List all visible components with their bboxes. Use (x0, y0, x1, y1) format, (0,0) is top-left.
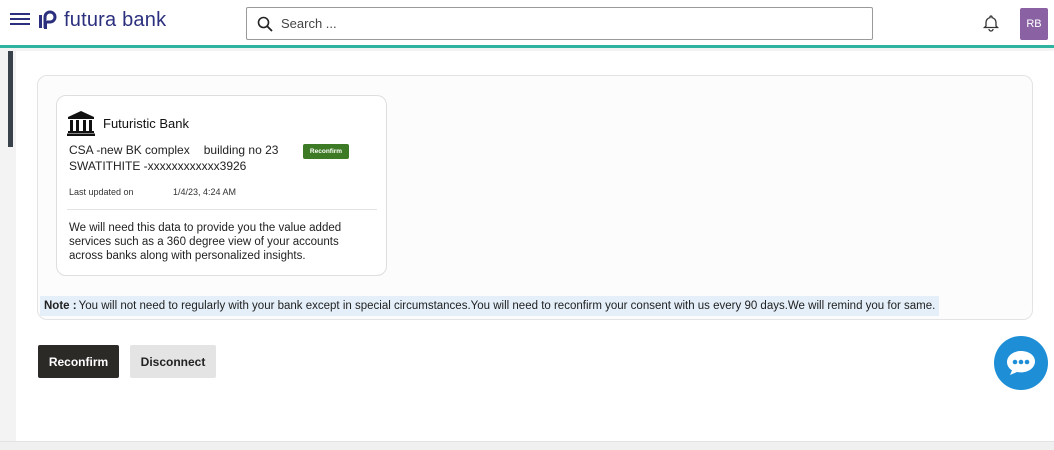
bank-building-icon (67, 111, 95, 136)
top-header: futura bank RB (0, 0, 1054, 48)
address-part-1: CSA -new BK complex (69, 143, 190, 157)
address-line: CSA -new BK complex building no 23 (69, 143, 278, 157)
footer-edge (0, 441, 1054, 450)
disconnect-button[interactable]: Disconnect (130, 345, 216, 378)
brand-name: futura bank (64, 9, 167, 31)
user-avatar[interactable]: RB (1020, 8, 1048, 40)
reconfirm-status-badge[interactable]: Reconfirm (303, 144, 349, 159)
hamburger-menu-icon[interactable] (10, 10, 30, 30)
bank-account-card: Futuristic Bank CSA -new BK complex build… (56, 95, 387, 276)
search-icon (257, 16, 273, 32)
search-input[interactable] (281, 16, 841, 31)
note-text: You will not need to regularly with your… (78, 300, 936, 312)
last-updated-value: 1/4/23, 4:24 AM (173, 187, 237, 197)
main-content: Futuristic Bank CSA -new BK complex build… (16, 51, 1054, 441)
chat-bubble-icon (1007, 351, 1035, 375)
search-box[interactable] (246, 7, 873, 40)
card-divider (67, 209, 377, 210)
chat-assistant-button[interactable] (994, 336, 1048, 390)
bank-header: Futuristic Bank (67, 110, 189, 136)
last-updated-label: Last updated on (69, 187, 134, 197)
account-number: SWATITHITE -xxxxxxxxxxxx3926 (69, 159, 247, 173)
brand-logo[interactable]: futura bank (38, 9, 166, 32)
bank-name: Futuristic Bank (103, 115, 189, 131)
reconfirm-button[interactable]: Reconfirm (38, 345, 119, 378)
consent-note: Note : You will not need to regularly wi… (40, 296, 940, 316)
futura-logo-icon (39, 10, 57, 29)
info-text: We will need this data to provide you th… (69, 222, 342, 262)
bell-icon[interactable] (982, 14, 1000, 32)
note-label: Note : (44, 300, 77, 312)
address-part-2: building no 23 (203, 143, 279, 157)
side-stripe (8, 51, 13, 147)
